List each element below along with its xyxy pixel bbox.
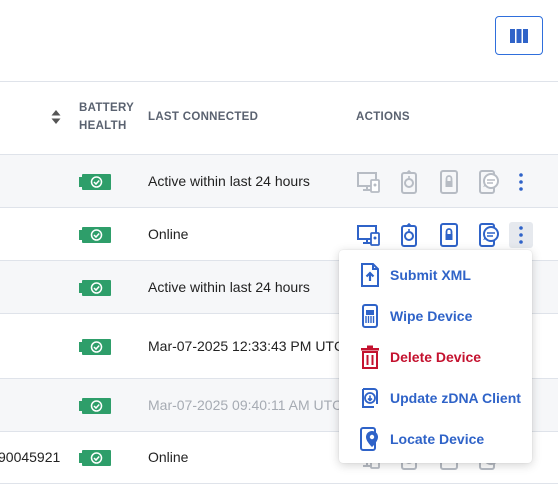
last-connected-text: Online [148,449,189,465]
menu-item-update-zdna-client[interactable]: Update zDNA Client [339,377,532,418]
battery-health-icon [79,397,111,414]
last-connected-text: Active within last 24 hours [148,278,310,295]
header-last-connected[interactable]: LAST CONNECTED [148,108,258,126]
submit-xml-icon [359,262,381,287]
table-toolbar [0,0,558,82]
kebab-icon [519,225,523,244]
header-battery-line2: HEALTH [79,120,127,132]
menu-label-wipe-device: Wipe Device [390,307,473,324]
battery-health-icon [79,173,111,190]
lock-device-icon[interactable] [436,168,462,196]
send-message-icon[interactable] [476,168,502,196]
more-actions-button[interactable] [509,169,533,195]
row-actions-menu: Submit XML Wipe Device Delete Device Upd… [339,250,532,463]
header-battery-line1: BATTERY [79,102,135,114]
last-connected-text: Mar-07-2025 09:40:11 AM UTC [148,396,343,413]
more-actions-button[interactable] [509,221,533,248]
sort-icon[interactable] [51,110,61,124]
table-header: BATTERY HEALTH LAST CONNECTED ACTIONS [0,82,558,155]
last-connected-text: Online [148,225,189,242]
remote-view-icon[interactable] [356,168,382,196]
send-message-icon[interactable] [476,221,502,249]
menu-label-delete-device: Delete Device [390,348,482,365]
menu-label-update-zdna-client: Update zDNA Client [390,389,521,406]
columns-icon [510,28,528,43]
battery-health-icon [79,450,111,466]
device-serial: 90045921 [0,449,61,465]
battery-health-icon [79,338,111,355]
menu-label-submit-xml: Submit XML [390,266,471,283]
battery-health-icon [79,279,111,296]
table-row[interactable]: Active within last 24 hours [0,155,558,208]
menu-item-wipe-device[interactable]: Wipe Device [339,295,532,336]
menu-item-delete-device[interactable]: Delete Device [339,336,532,377]
header-battery-health: BATTERY HEALTH [79,99,134,135]
column-settings-button[interactable] [495,16,543,55]
menu-item-submit-xml[interactable]: Submit XML [339,254,532,295]
last-connected-text: Active within last 24 hours [148,172,310,189]
last-connected-text: Mar-07-2025 12:33:43 PM UTC [148,337,345,354]
header-actions: ACTIONS [356,111,410,123]
remote-view-icon[interactable] [356,221,382,249]
row-actions [356,221,502,249]
menu-item-locate-device[interactable]: Locate Device [339,418,532,459]
wipe-device-icon [359,303,381,328]
locate-device-icon [359,426,381,451]
kebab-icon [519,172,523,191]
reboot-device-icon[interactable] [396,168,422,196]
reboot-device-icon[interactable] [396,221,422,249]
trash-icon [359,345,381,369]
update-client-icon [359,386,381,410]
row-actions [356,168,502,196]
battery-health-icon [79,226,111,243]
menu-label-locate-device: Locate Device [390,430,485,447]
lock-device-icon[interactable] [436,221,462,249]
